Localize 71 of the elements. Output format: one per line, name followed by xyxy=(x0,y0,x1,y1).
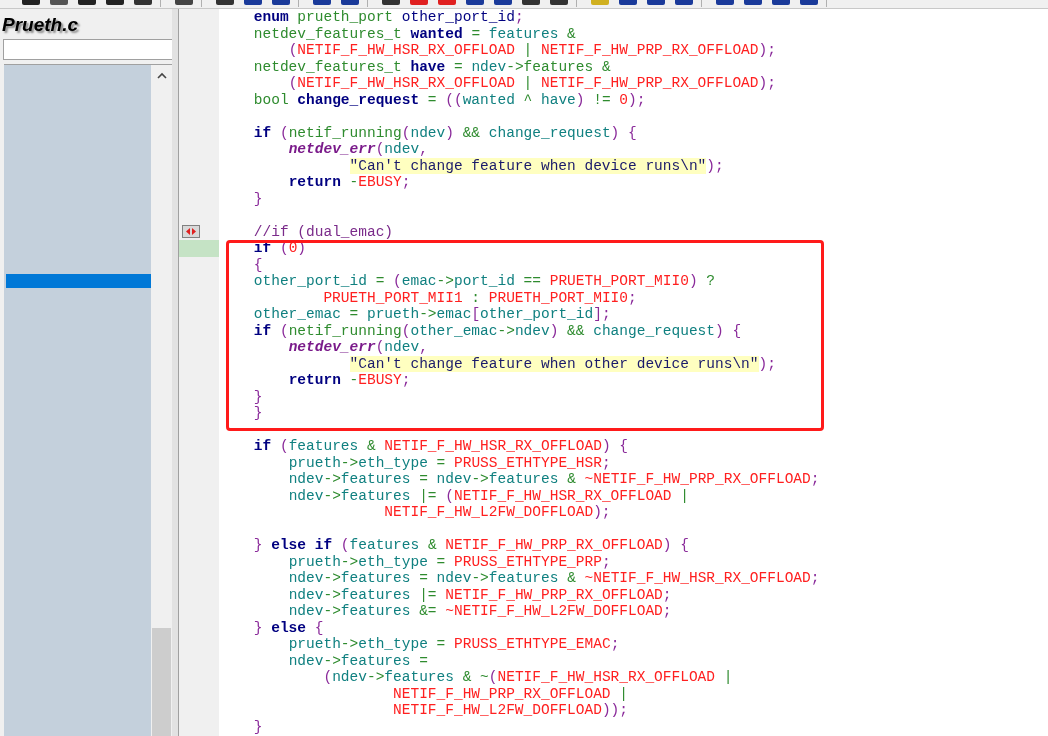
toolbar-icon[interactable] xyxy=(647,0,665,5)
code-line: if (netif_running(other_emac->ndev) && change_request) { xyxy=(252,322,742,339)
toolbar-icon[interactable] xyxy=(22,0,40,5)
code-line: netdev_features_t have = ndev->features & xyxy=(252,58,611,75)
toolbar-icon[interactable] xyxy=(675,0,693,5)
toolbar-icon[interactable] xyxy=(244,0,262,5)
toolbar-icon[interactable] xyxy=(716,0,734,5)
scroll-up-icon[interactable] xyxy=(156,72,167,79)
toolbar-icon[interactable] xyxy=(410,0,428,5)
code-line: return -EBUSY; xyxy=(287,372,411,389)
code-line: prueth->eth_type = PRUSS_ETHTYPE_EMAC; xyxy=(287,636,620,653)
search-field[interactable] xyxy=(3,39,172,60)
code-line: netdev_features_t wanted = features & xyxy=(252,25,576,42)
toolbar-icon[interactable] xyxy=(272,0,290,5)
code-line: other_emac = prueth->emac[other_port_id]; xyxy=(252,306,611,323)
toolbar-icon[interactable] xyxy=(50,0,68,5)
code-line: bool change_request = ((wanted ^ have) != 0); xyxy=(252,91,646,108)
code-line: } xyxy=(252,388,263,405)
code-line: netdev_err(ndev, xyxy=(287,141,428,158)
code-line: return -EBUSY; xyxy=(287,174,411,191)
toolbar-icon[interactable] xyxy=(438,0,456,5)
toolbar-icon[interactable] xyxy=(800,0,818,5)
panel-splitter[interactable] xyxy=(172,9,179,736)
code-line: netdev_err(ndev, xyxy=(287,339,428,356)
toolbar-icon[interactable] xyxy=(522,0,540,5)
toolbar-icon[interactable] xyxy=(78,0,96,5)
toolbar-icon[interactable] xyxy=(382,0,400,5)
code-line: other_port_id = (emac->port_id == PRUETH_PORT_MII0) ? xyxy=(252,273,716,290)
code-line: NETIF_F_HW_L2FW_DOFFLOAD); xyxy=(383,504,611,521)
code-line: PRUETH_PORT_MII1 : PRUETH_PORT_MII0; xyxy=(322,289,637,306)
toolbar-icon[interactable] xyxy=(106,0,124,5)
toolbar-icon[interactable] xyxy=(744,0,762,5)
code-line: ndev->features |= NETIF_F_HW_PRP_RX_OFFLOAD; xyxy=(287,586,672,603)
toolbar-icon[interactable] xyxy=(550,0,568,5)
code-line: NETIF_F_HW_L2FW_DOFFLOAD)); xyxy=(392,702,628,719)
code-line: "Can't change feature when other device runs\n"); xyxy=(348,355,776,372)
code-line: ndev->features |= (NETIF_F_HW_HSR_RX_OFFLOAD | xyxy=(287,487,689,504)
code-line: enum prueth_port other_port_id; xyxy=(252,9,524,26)
code-line: ndev->features = ndev->features & ~NETIF_F_HW_HSR_RX_OFFLOAD; xyxy=(287,570,820,587)
file-title: Prueth.c xyxy=(1,13,80,37)
code-line: "Can't change feature when device runs\n"); xyxy=(348,157,724,174)
code-line: } xyxy=(252,718,263,735)
toolbar-icon[interactable] xyxy=(772,0,790,5)
code-line: if (features & NETIF_F_HW_HSR_RX_OFFLOAD) { xyxy=(252,438,628,455)
code-line: NETIF_F_HW_PRP_RX_OFFLOAD | xyxy=(392,685,628,702)
code-line: } else { xyxy=(252,619,324,636)
toolbar-icon[interactable] xyxy=(216,0,234,5)
code-line: ndev->features &= ~NETIF_F_HW_L2FW_DOFFLOAD; xyxy=(287,603,672,620)
toolbar-icon[interactable] xyxy=(466,0,484,5)
code-line: } xyxy=(252,190,263,207)
code-line: (NETIF_F_HW_HSR_RX_OFFLOAD | NETIF_F_HW_PRP_RX_OFFLOAD); xyxy=(287,75,776,92)
bookmark-arrows-icon xyxy=(182,225,200,239)
code-line: (ndev->features & ~(NETIF_F_HW_HSR_RX_OFFLOAD | xyxy=(322,669,733,686)
toolbar-icon[interactable] xyxy=(134,0,152,5)
scrollbar-thumb[interactable] xyxy=(152,628,171,736)
toolbar-icon[interactable] xyxy=(341,0,359,5)
code-line: } xyxy=(252,405,263,422)
toolbar-icon[interactable] xyxy=(619,0,637,5)
code-line: ndev->features = ndev->features & ~NETIF_F_HW_PRP_RX_OFFLOAD; xyxy=(287,471,820,488)
code-line: //if (dual_emac) xyxy=(252,223,394,240)
toolbar-icon[interactable] xyxy=(494,0,512,5)
code-line: (NETIF_F_HW_HSR_RX_OFFLOAD | NETIF_F_HW_PRP_RX_OFFLOAD); xyxy=(287,42,776,59)
toolbar-icon[interactable] xyxy=(313,0,331,5)
code-line: { xyxy=(252,256,263,273)
code-line: prueth->eth_type = PRUSS_ETHTYPE_HSR; xyxy=(287,454,611,471)
toolbar-icon[interactable] xyxy=(175,0,193,5)
code-line: ndev->features = xyxy=(287,652,428,669)
toolbar-icon[interactable] xyxy=(591,0,609,5)
code-line: if (netif_running(ndev) && change_request) { xyxy=(252,124,637,141)
code-line: } else if (features & NETIF_F_HW_PRP_RX_OFFLOAD) { xyxy=(252,537,689,554)
code-line: prueth->eth_type = PRUSS_ETHTYPE_PRP; xyxy=(287,553,611,570)
